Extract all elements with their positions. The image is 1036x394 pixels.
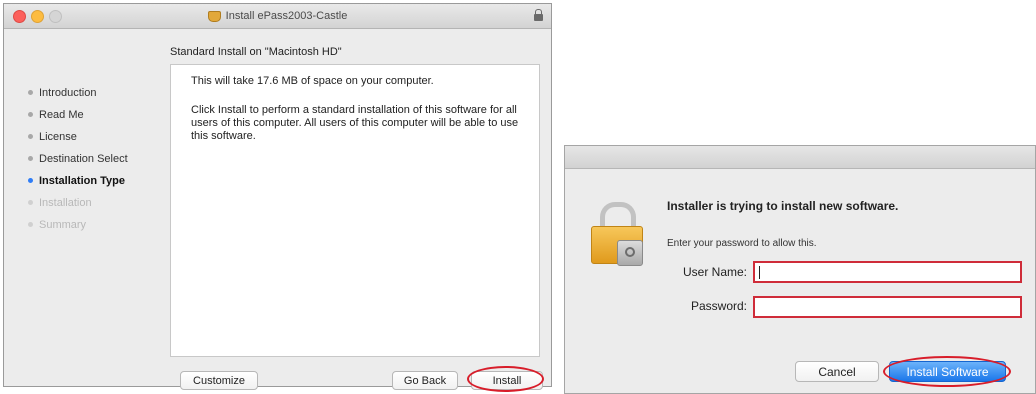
username-label: User Name:	[682, 265, 747, 279]
step-read-me: Read Me	[28, 107, 84, 123]
step-label: Destination Select	[39, 153, 128, 165]
window-title: Install ePass2003-Castle	[225, 10, 348, 22]
step-installation-type: Installation Type	[28, 173, 125, 189]
step-label: Read Me	[39, 109, 84, 121]
window-title-group: Install ePass2003-Castle	[4, 4, 551, 28]
step-dot	[28, 221, 33, 227]
step-label: Introduction	[39, 87, 97, 99]
installer-steps-sidebar: Introduction Read Me License Destination…	[4, 28, 162, 386]
auth-body: Installer is trying to install new softw…	[565, 168, 1035, 393]
package-icon	[207, 10, 221, 22]
step-label: Installation	[39, 197, 92, 209]
step-label: Summary	[39, 219, 87, 231]
step-label: Installation Type	[39, 175, 125, 187]
text-caret	[759, 266, 760, 279]
step-label: License	[39, 131, 77, 143]
customize-button[interactable]: Customize	[180, 371, 258, 390]
step-dot	[28, 155, 33, 161]
step-installation: Installation	[28, 195, 92, 211]
go-back-button[interactable]: Go Back	[392, 371, 458, 390]
step-dot	[28, 89, 33, 95]
username-field[interactable]	[753, 261, 1022, 283]
install-heading: Standard Install on "Macintosh HD"	[170, 46, 342, 58]
installer-window: Install ePass2003-Castle Introduction Re…	[3, 3, 552, 392]
step-license: License	[28, 129, 77, 145]
step-dot	[28, 199, 33, 205]
step-dot	[28, 133, 33, 139]
install-software-button[interactable]: Install Software	[889, 361, 1006, 382]
install-description-text: Click Install to perform a standard inst…	[191, 104, 519, 142]
padlock-icon	[591, 202, 643, 266]
lock-icon	[534, 9, 543, 21]
step-dot-active	[28, 177, 33, 183]
auth-dialog: Installer is trying to install new softw…	[564, 145, 1036, 394]
window-titlebar: Install ePass2003-Castle	[4, 4, 551, 29]
auth-title: Installer is trying to install new softw…	[667, 199, 899, 213]
space-required-text: This will take 17.6 MB of space on your …	[191, 75, 434, 87]
auth-titlebar	[565, 146, 1035, 169]
auth-subtitle: Enter your password to allow this.	[667, 238, 817, 249]
password-label: Password:	[690, 299, 747, 313]
step-destination-select: Destination Select	[28, 151, 128, 167]
password-field[interactable]	[753, 296, 1022, 318]
install-info-panel: This will take 17.6 MB of space on your …	[170, 64, 540, 357]
step-summary: Summary	[28, 217, 86, 233]
install-button[interactable]: Install	[471, 371, 543, 390]
step-dot	[28, 111, 33, 117]
cancel-button[interactable]: Cancel	[795, 361, 879, 382]
step-introduction: Introduction	[28, 85, 96, 101]
